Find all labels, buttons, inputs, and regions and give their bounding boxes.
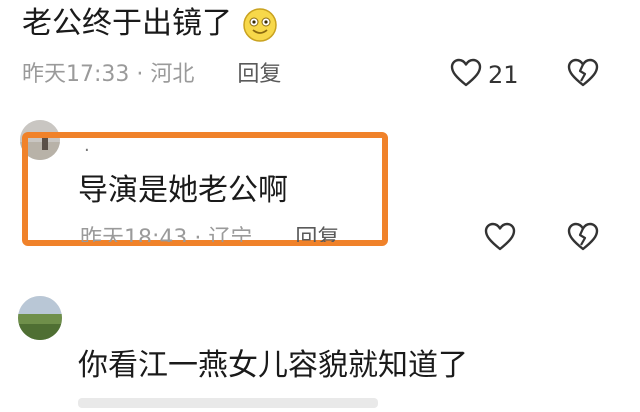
comment-2-reply-button[interactable]: 回复 — [295, 226, 339, 242]
smiling-face-emoji — [242, 7, 278, 43]
comment-3-avatar[interactable] — [18, 296, 62, 340]
separator-dot: · — [194, 226, 209, 251]
heart-outline-icon — [484, 222, 516, 256]
separator-dot: · — [136, 62, 151, 87]
broken-heart-icon — [566, 58, 600, 92]
comment-3-text: 你看江一燕女儿容貌就知道了 — [78, 348, 468, 383]
comment-1-time: 昨天17:33 — [22, 62, 130, 87]
comment-2-like-button[interactable] — [484, 222, 516, 256]
comment-1-location: 河北 — [150, 62, 195, 87]
comment-1-text-row: 老公终于出镜了 — [22, 4, 278, 44]
obscured-meta — [78, 398, 378, 408]
comment-1-dislike-button[interactable] — [566, 58, 600, 92]
comment-2-location: 辽宁 — [208, 226, 253, 251]
comment-1-text: 老公终于出镜了 — [22, 6, 232, 41]
comment-2-meta: 昨天18:43 · 辽宁 回复 — [80, 224, 339, 251]
comment-1-like-button[interactable]: 21 — [450, 58, 519, 92]
comment-2-text: 导演是她老公啊 — [78, 173, 288, 208]
broken-heart-icon — [566, 222, 600, 256]
comment-1-reply-button[interactable]: 回复 — [237, 62, 281, 87]
comment-1-like-count: 21 — [488, 61, 519, 89]
comment-2-dislike-button[interactable] — [566, 222, 600, 256]
comment-1-meta: 昨天17:33 · 河北 回复 — [22, 60, 281, 90]
heart-outline-icon — [450, 58, 482, 92]
comment-2-time: 昨天18:43 — [80, 226, 188, 251]
